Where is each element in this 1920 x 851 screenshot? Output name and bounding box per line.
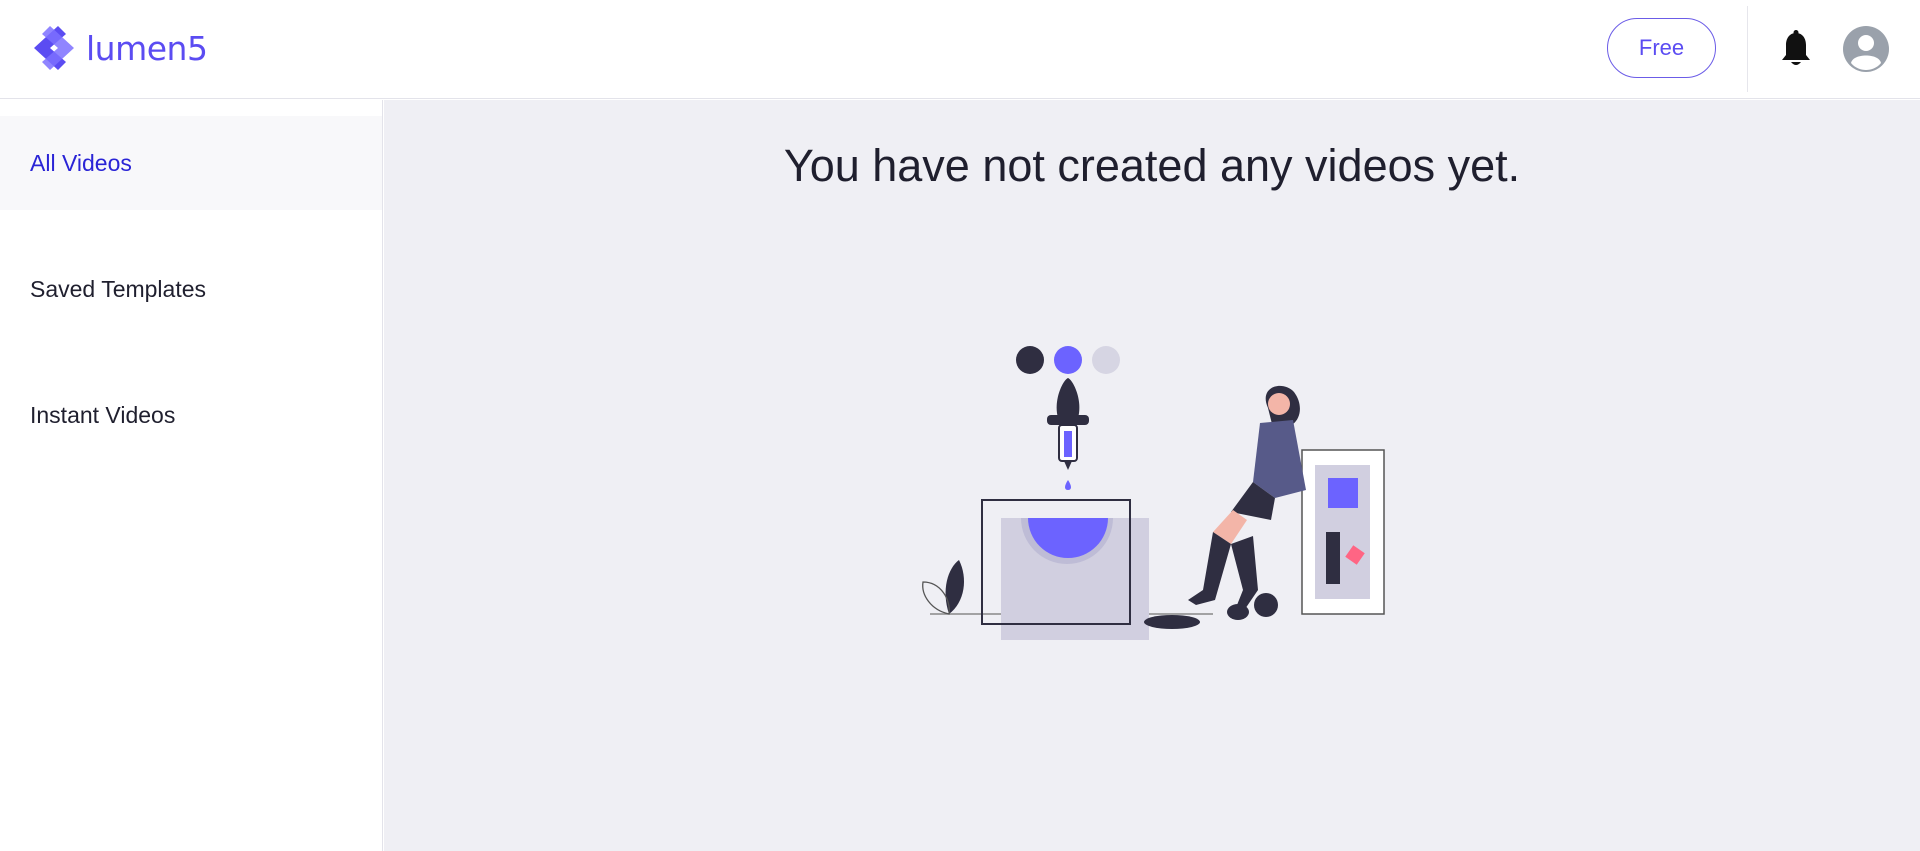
shoe-right — [1227, 604, 1249, 620]
person-boot-left — [1188, 532, 1231, 605]
leaf-outline — [922, 581, 950, 615]
drop — [1065, 480, 1071, 490]
dark-bar — [1326, 532, 1340, 584]
dropper-liquid — [1064, 431, 1072, 457]
dark-dot — [1016, 346, 1044, 374]
bell-icon[interactable] — [1780, 30, 1812, 68]
sidebar-item-saved-templates[interactable]: Saved Templates — [0, 242, 382, 336]
purple-dot — [1054, 346, 1082, 374]
lumen5-logo-icon — [34, 26, 74, 70]
person-jacket — [1253, 420, 1306, 498]
plan-free-button[interactable]: Free — [1607, 18, 1716, 78]
brand-name: lumen5 — [86, 28, 208, 68]
header-divider — [1747, 6, 1748, 92]
person-boot-right — [1231, 536, 1258, 612]
dropper-collar — [1047, 415, 1089, 425]
shoe-left — [1144, 615, 1200, 629]
empty-state-message: You have not created any videos yet. — [783, 140, 1521, 191]
top-bar: lumen5 Free — [0, 0, 1920, 99]
lumen5-logo[interactable]: lumen5 — [28, 22, 208, 74]
ball — [1254, 593, 1278, 617]
sidebar: All Videos Saved Templates Instant Video… — [0, 100, 383, 851]
person-face — [1268, 393, 1290, 415]
purple-square — [1328, 478, 1358, 508]
sidebar-item-instant-videos[interactable]: Instant Videos — [0, 368, 382, 462]
user-avatar-icon[interactable] — [1843, 26, 1889, 72]
sidebar-item-all-videos[interactable]: All Videos — [0, 116, 382, 210]
empty-state-illustration — [922, 346, 1385, 640]
leaf-dark — [945, 560, 965, 614]
dropper-tip — [1064, 461, 1072, 470]
dropper-bulb — [1056, 378, 1080, 418]
light-dot — [1092, 346, 1120, 374]
main-content: You have not created any videos yet. — [384, 100, 1920, 851]
